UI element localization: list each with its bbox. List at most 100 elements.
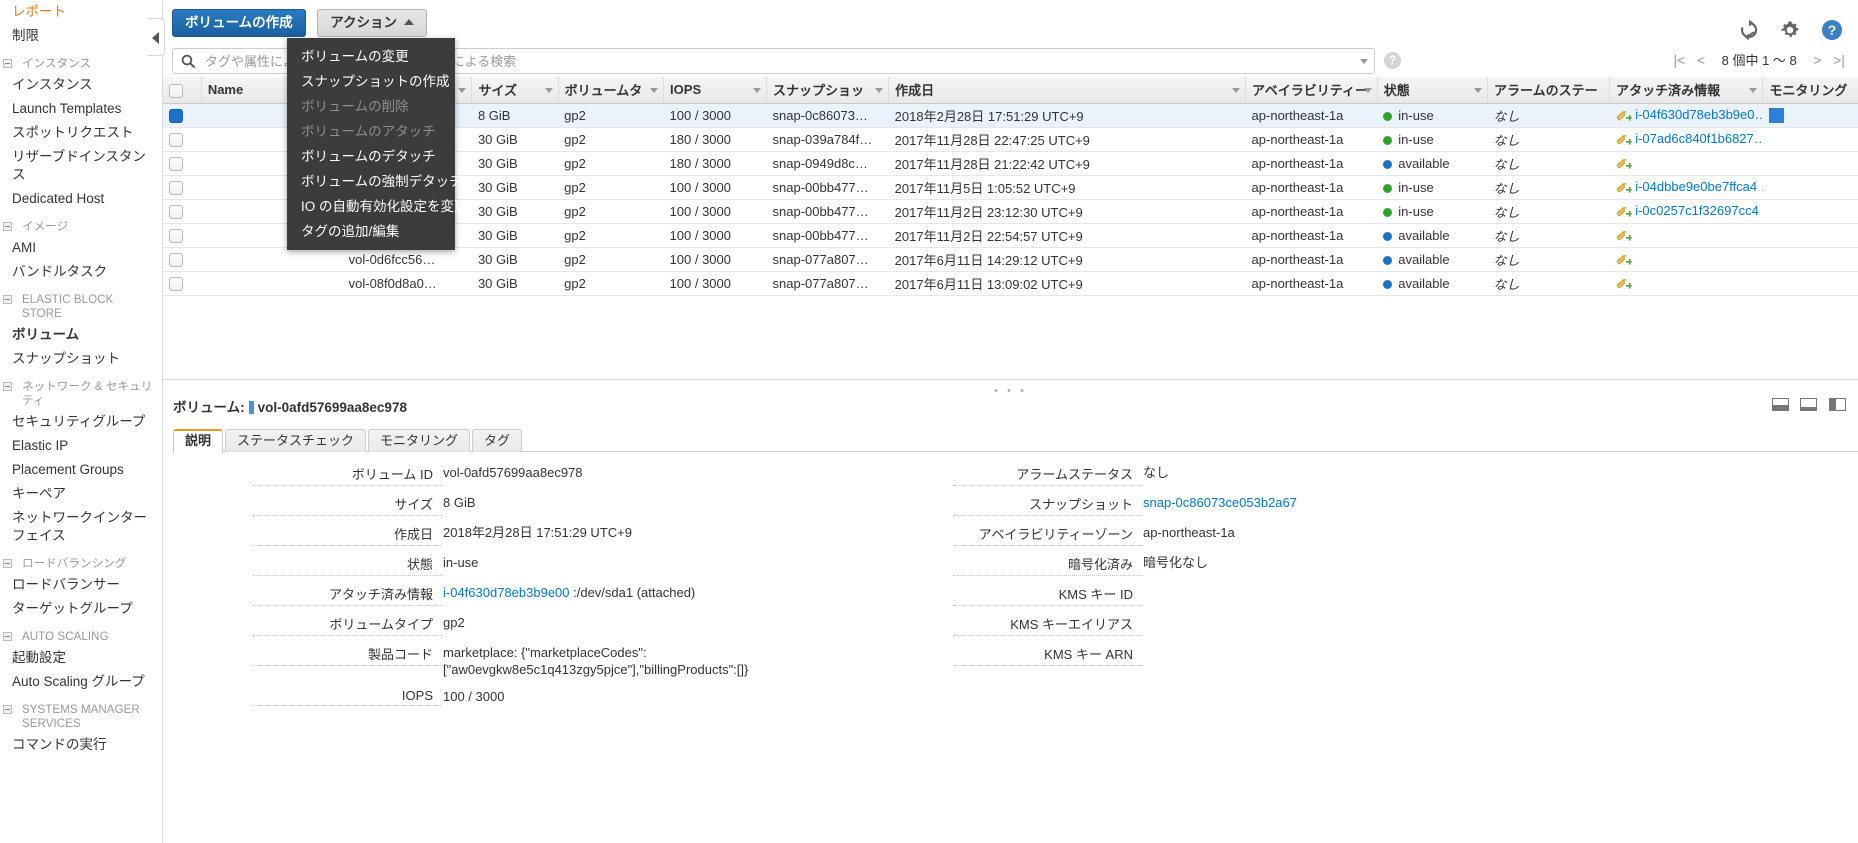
row-checkbox[interactable]	[169, 204, 183, 219]
attach-plug-icon[interactable]	[1616, 253, 1632, 267]
cell-select[interactable]	[163, 271, 202, 296]
column-header-5[interactable]: IOPS	[663, 77, 768, 104]
sidebar-collapse-handle[interactable]	[147, 18, 165, 56]
attach-plug-icon[interactable]	[1616, 133, 1632, 147]
menu-item-0[interactable]: ボリュームの変更	[287, 44, 455, 69]
sort-arrow-icon[interactable]	[1749, 88, 1758, 93]
collapse-toggle-icon[interactable]	[3, 59, 12, 68]
sidebar-item-制限[interactable]: 制限	[0, 24, 162, 48]
help-icon[interactable]: ?	[1820, 18, 1844, 42]
cell-select[interactable]	[163, 247, 202, 272]
sidebar-item-ターゲットグループ[interactable]: ターゲットグループ	[0, 597, 162, 621]
chevron-down-icon[interactable]	[1360, 59, 1368, 64]
row-checkbox[interactable]	[169, 252, 183, 267]
column-header-6[interactable]: スナップショッ	[766, 77, 890, 104]
tab-0[interactable]: 説明	[173, 429, 224, 454]
row-checkbox[interactable]	[169, 108, 183, 123]
column-header-7[interactable]: 作成日	[888, 77, 1247, 104]
column-header-11[interactable]: アタッチ済み情報	[1609, 77, 1764, 104]
cell-select[interactable]	[163, 127, 202, 152]
attach-plug-icon[interactable]	[1616, 109, 1632, 123]
cell-attachment[interactable]: i-04f630d78eb3b9e0…	[1609, 103, 1763, 128]
layout-bottom-icon[interactable]	[1771, 398, 1789, 412]
attachment-link[interactable]: i-0c0257c1f32697cc4 …	[1635, 203, 1763, 218]
tab-2[interactable]: モニタリング	[368, 429, 471, 452]
column-header-9[interactable]: 状態	[1377, 77, 1488, 104]
sidebar-item-placement-groups[interactable]: Placement Groups	[0, 458, 162, 482]
sidebar-item-スポットリクエスト[interactable]: スポットリクエスト	[0, 121, 162, 145]
menu-item-6[interactable]: IO の自動有効化設定を変更	[287, 194, 468, 219]
detail-link[interactable]: snap-0c86073ce053b2a67	[1143, 495, 1297, 510]
cell-select[interactable]	[163, 103, 202, 128]
sidebar-item-launch-templates[interactable]: Launch Templates	[0, 97, 162, 121]
sidebar-item-バンドルタスク[interactable]: バンドルタスク	[0, 260, 162, 284]
sidebar-item-リザーブドインスタンス[interactable]: リザーブドインスタンス	[0, 145, 162, 187]
actions-button[interactable]: アクション	[317, 9, 428, 37]
collapse-toggle-icon[interactable]	[3, 222, 12, 231]
layout-split-icon[interactable]	[1800, 398, 1818, 412]
attach-plug-icon[interactable]	[1616, 229, 1632, 243]
sidebar-item-スナップショット[interactable]: スナップショット	[0, 347, 162, 371]
cell-attachment[interactable]	[1609, 247, 1763, 272]
sidebar-item-ami[interactable]: AMI	[0, 236, 162, 260]
sidebar-item-コマンドの実行[interactable]: コマンドの実行	[0, 733, 162, 757]
sidebar-item-auto-scaling-グループ[interactable]: Auto Scaling グループ	[0, 670, 162, 694]
cell-attachment[interactable]	[1609, 271, 1763, 296]
collapse-toggle-icon[interactable]	[3, 705, 12, 714]
sort-arrow-icon[interactable]	[1232, 88, 1241, 93]
attach-plug-icon[interactable]	[1616, 277, 1632, 291]
menu-item-5[interactable]: ボリュームの強制デタッチ	[287, 169, 463, 194]
sidebar-item-起動設定[interactable]: 起動設定	[0, 646, 162, 670]
pager-first-button[interactable]: |<	[1670, 52, 1688, 68]
column-header-8[interactable]: アベイラビリティー	[1245, 77, 1378, 104]
detail-field-value[interactable]: i-04f630d78eb3b9e00 :/dev/sda1 (attached…	[443, 584, 695, 603]
attach-plug-icon[interactable]	[1616, 181, 1632, 195]
cell-attachment[interactable]	[1609, 151, 1763, 176]
sort-arrow-icon[interactable]	[875, 88, 884, 93]
refresh-icon[interactable]	[1737, 18, 1761, 42]
sidebar-item-ネットワークインターフェイス[interactable]: ネットワークインターフェイス	[0, 506, 162, 548]
attachment-link[interactable]: i-07ad6c840f1b6827…	[1635, 131, 1763, 146]
cell-select[interactable]	[163, 223, 202, 248]
cell-select[interactable]	[163, 199, 202, 224]
menu-item-7[interactable]: タグの追加/編集	[287, 219, 455, 244]
row-checkbox[interactable]	[169, 228, 183, 243]
sidebar-item-ロードバランサー[interactable]: ロードバランサー	[0, 573, 162, 597]
detail-field-value[interactable]: snap-0c86073ce053b2a67	[1143, 494, 1297, 513]
pager-prev-button[interactable]: <	[1692, 52, 1710, 68]
cell-select[interactable]	[163, 175, 202, 200]
sidebar-item-elastic-ip[interactable]: Elastic IP	[0, 434, 162, 458]
tab-1[interactable]: ステータスチェック	[225, 429, 367, 452]
tab-3[interactable]: タグ	[472, 429, 523, 452]
actions-dropdown-menu[interactable]: ボリュームの変更 スナップショットの作成 ボリュームの削除 ボリュームのアタッチ ボリュ…	[287, 38, 468, 250]
pager-next-button[interactable]: >	[1808, 52, 1826, 68]
sidebar-item-インスタンス[interactable]: インスタンス	[0, 73, 162, 97]
pager-last-button[interactable]: >|	[1830, 52, 1848, 68]
detail-link[interactable]: i-04f630d78eb3b9e00	[443, 585, 570, 600]
table-row[interactable]: vol-08f0d8a0… 30 GiB gp2 100 / 3000 snap-077…	[163, 271, 1858, 296]
sort-arrow-icon[interactable]	[1473, 88, 1482, 93]
collapse-toggle-icon[interactable]	[3, 632, 12, 641]
gear-icon[interactable]	[1778, 18, 1802, 42]
attachment-link[interactable]: i-04dbbe9e0be7ffca4 …	[1635, 179, 1763, 194]
cell-attachment[interactable]: i-0c0257c1f32697cc4 …	[1609, 199, 1763, 224]
cell-select[interactable]	[163, 151, 202, 176]
sort-arrow-icon[interactable]	[753, 88, 762, 93]
attach-plug-icon[interactable]	[1616, 205, 1632, 219]
column-header-4[interactable]: ボリュームタ	[558, 77, 665, 104]
row-checkbox[interactable]	[169, 276, 183, 291]
column-header-3[interactable]: サイズ	[471, 77, 559, 104]
menu-item-1[interactable]: スナップショットの作成	[287, 69, 455, 94]
search-help-icon[interactable]: ?	[1384, 52, 1401, 69]
create-volume-button[interactable]: ボリュームの作成	[172, 9, 306, 37]
attach-plug-icon[interactable]	[1616, 157, 1632, 171]
row-checkbox[interactable]	[169, 132, 183, 147]
cell-attachment[interactable]	[1609, 223, 1763, 248]
attachment-link[interactable]: i-04f630d78eb3b9e0…	[1635, 107, 1763, 122]
collapse-toggle-icon[interactable]	[3, 559, 12, 568]
row-checkbox[interactable]	[169, 156, 183, 171]
sort-arrow-icon[interactable]	[1363, 88, 1372, 93]
table-row[interactable]: vol-0d6fcc56… 30 GiB gp2 100 / 3000 snap-077…	[163, 247, 1858, 272]
collapse-toggle-icon[interactable]	[3, 382, 12, 391]
menu-item-4[interactable]: ボリュームのデタッチ	[287, 144, 455, 169]
